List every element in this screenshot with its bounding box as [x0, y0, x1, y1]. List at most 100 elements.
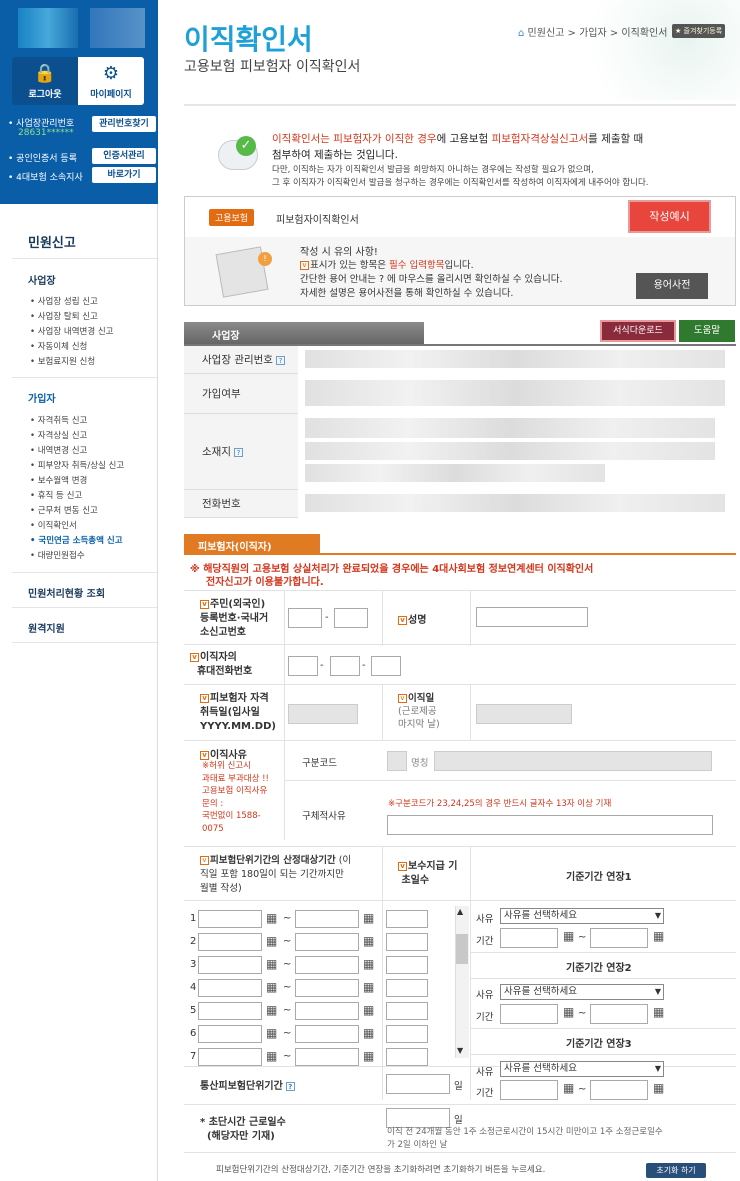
period-to-input[interactable]	[295, 933, 359, 951]
code-input[interactable]	[387, 751, 407, 771]
period-from-input[interactable]	[198, 979, 262, 997]
calendar-icon[interactable]: ▦	[266, 957, 277, 971]
nav-item[interactable]: 내역변경 신고	[30, 444, 88, 456]
period-from-input[interactable]	[198, 1048, 262, 1066]
help-button[interactable]: 도움말	[679, 320, 735, 342]
mypage-button[interactable]: ⚙ 마이페이지	[78, 57, 144, 105]
acquire-date-input[interactable]	[288, 704, 358, 724]
nav-item[interactable]: 사업장 성립 신고	[30, 295, 98, 307]
nav-item[interactable]: 근무처 변동 신고	[30, 504, 98, 516]
nav-item[interactable]: 자동이체 신청	[30, 340, 88, 352]
calendar-icon[interactable]: ▦	[363, 1003, 374, 1017]
period-to-input[interactable]	[295, 1048, 359, 1066]
period-from-input[interactable]	[198, 933, 262, 951]
phone-2-input[interactable]	[330, 656, 360, 676]
pay-days-input[interactable]	[386, 956, 428, 974]
pay-days-input[interactable]	[386, 933, 428, 951]
period-to-input[interactable]	[295, 1025, 359, 1043]
pay-days-input[interactable]	[386, 1048, 428, 1066]
help-icon[interactable]: ?	[275, 356, 285, 365]
ins4-go-button[interactable]: 바로가기	[92, 167, 156, 183]
calendar-icon[interactable]: ▦	[363, 1049, 374, 1063]
nav-item[interactable]: 사업장 내역변경 신고	[30, 325, 114, 337]
period-to-input[interactable]	[295, 979, 359, 997]
period-to-input[interactable]	[295, 956, 359, 974]
logout-button[interactable]: 🔒 로그아웃	[12, 57, 78, 105]
nav-item[interactable]: 대량민원접수	[30, 549, 85, 561]
pay-days-input[interactable]	[386, 910, 428, 928]
nav-remote-support[interactable]: 원격지원	[28, 620, 65, 635]
phone-1-input[interactable]	[288, 656, 318, 676]
sample-button[interactable]: 작성예시	[628, 200, 711, 233]
name-input[interactable]	[476, 607, 588, 627]
nav-section-workplace[interactable]: 사업장	[28, 272, 56, 287]
pay-days-input[interactable]	[386, 1025, 428, 1043]
nav-item[interactable]: 자격취득 신고	[30, 414, 88, 426]
calendar-icon[interactable]: ▦	[266, 1026, 277, 1040]
code-name-input[interactable]	[434, 751, 712, 771]
ext2-from-input[interactable]	[500, 1004, 558, 1024]
calendar-icon[interactable]: ▦	[266, 980, 277, 994]
scroll-up-icon[interactable]: ▲	[457, 907, 463, 916]
period-from-input[interactable]	[198, 1025, 262, 1043]
nav-item-active[interactable]: 국민연금 소득총액 신고	[30, 534, 122, 546]
calendar-icon[interactable]: ▦	[363, 980, 374, 994]
calendar-icon[interactable]: ▦	[266, 1003, 277, 1017]
calendar-icon[interactable]: ▦	[266, 911, 277, 925]
nav-item[interactable]: 이직확인서	[30, 519, 77, 531]
help-icon[interactable]: ?	[285, 1082, 295, 1091]
calendar-icon[interactable]: ▦	[653, 1081, 664, 1095]
ext2-to-input[interactable]	[590, 1004, 648, 1024]
calendar-icon[interactable]: ▦	[563, 1005, 574, 1019]
ext1-from-input[interactable]	[500, 928, 558, 948]
nav-status-lookup[interactable]: 민원처리현황 조회	[28, 585, 105, 600]
favorite-button[interactable]: ★ 즐겨찾기등록	[672, 24, 726, 38]
help-icon[interactable]: ?	[233, 448, 243, 457]
pay-days-input[interactable]	[386, 979, 428, 997]
leave-date-input[interactable]	[476, 704, 572, 724]
find-biz-no-button[interactable]: 관리번호찾기	[92, 116, 156, 132]
calendar-icon[interactable]: ▦	[653, 929, 664, 943]
nav-item[interactable]: 휴직 등 신고	[30, 489, 83, 501]
calendar-icon[interactable]: ▦	[363, 911, 374, 925]
ext3-from-input[interactable]	[500, 1080, 558, 1100]
ext1-to-input[interactable]	[590, 928, 648, 948]
detail-reason-input[interactable]	[387, 815, 713, 835]
calendar-icon[interactable]: ▦	[363, 957, 374, 971]
period-to-input[interactable]	[295, 1002, 359, 1020]
period-from-input[interactable]	[198, 956, 262, 974]
scrollbar[interactable]	[455, 906, 469, 1058]
home-icon[interactable]: ⌂	[518, 28, 524, 39]
calendar-icon[interactable]: ▦	[653, 1005, 664, 1019]
nav-section-member[interactable]: 가입자	[28, 390, 56, 405]
phone-3-input[interactable]	[371, 656, 401, 676]
ext1-reason-select[interactable]: 사유를 선택하세요	[500, 908, 664, 924]
ext3-reason-select[interactable]: 사유를 선택하세요	[500, 1061, 664, 1077]
nav-item[interactable]: 보수월액 변경	[30, 474, 88, 486]
scrollbar-thumb[interactable]	[456, 934, 468, 964]
cert-manage-button[interactable]: 인증서관리	[92, 148, 156, 164]
calendar-icon[interactable]: ▦	[563, 929, 574, 943]
nav-item[interactable]: 피부양자 취득/상실 신고	[30, 459, 124, 471]
short-time-input[interactable]	[386, 1108, 450, 1128]
calendar-icon[interactable]: ▦	[363, 1026, 374, 1040]
scroll-down-icon[interactable]: ▼	[457, 1046, 463, 1055]
pay-days-input[interactable]	[386, 1002, 428, 1020]
total-period-input[interactable]	[386, 1074, 450, 1094]
calendar-icon[interactable]: ▦	[266, 1049, 277, 1063]
ext2-reason-select[interactable]: 사유를 선택하세요	[500, 984, 664, 1000]
ext3-to-input[interactable]	[590, 1080, 648, 1100]
rrn-back-input[interactable]	[334, 608, 368, 628]
reset-button[interactable]: 초기화 하기	[646, 1163, 706, 1178]
period-from-input[interactable]	[198, 1002, 262, 1020]
calendar-icon[interactable]: ▦	[266, 934, 277, 948]
calendar-icon[interactable]: ▦	[363, 934, 374, 948]
rrn-front-input[interactable]	[288, 608, 322, 628]
calendar-icon[interactable]: ▦	[563, 1081, 574, 1095]
nav-item[interactable]: 자격상실 신고	[30, 429, 88, 441]
download-form-button[interactable]: 서식다운로드	[600, 320, 676, 342]
nav-item[interactable]: 사업장 탈퇴 신고	[30, 310, 98, 322]
period-to-input[interactable]	[295, 910, 359, 928]
dictionary-button[interactable]: 용어사전	[636, 273, 708, 299]
nav-item[interactable]: 보험료지원 신청	[30, 355, 95, 367]
